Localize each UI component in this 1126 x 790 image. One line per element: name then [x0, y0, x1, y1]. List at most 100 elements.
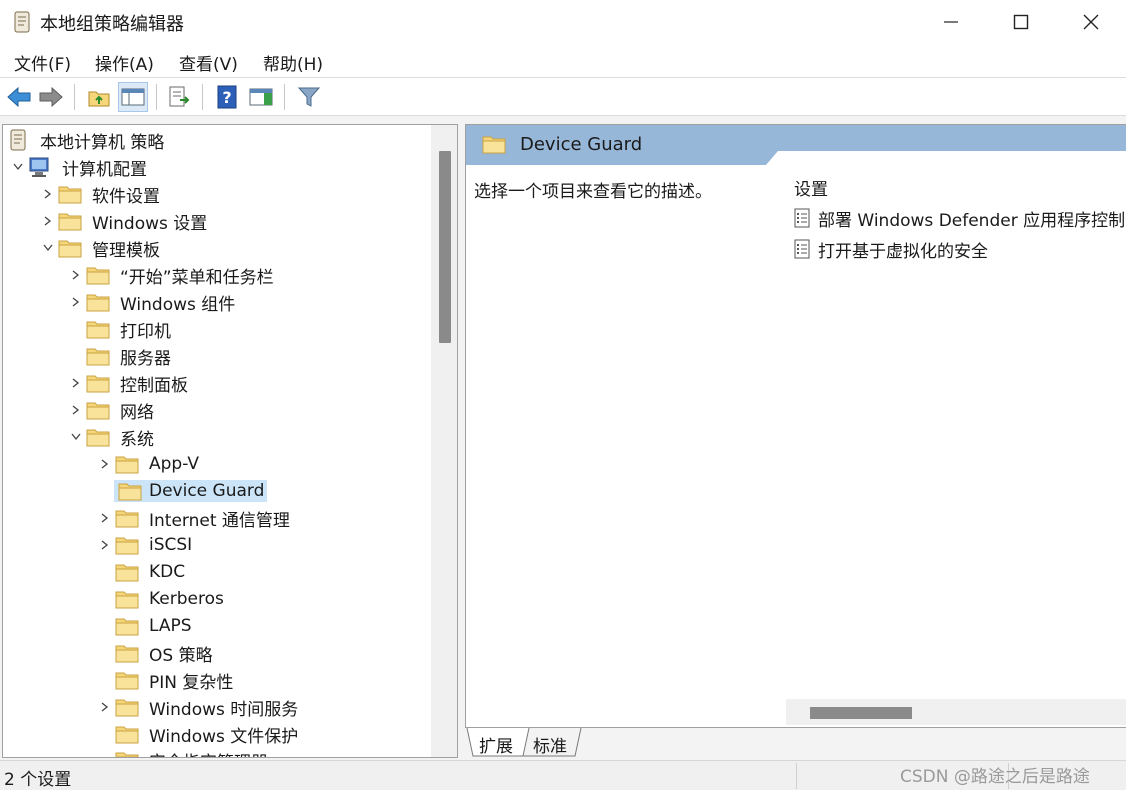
- tree-item-server[interactable]: 服务器: [85, 343, 174, 369]
- policy-scroll-icon: [5, 129, 31, 151]
- tree-item-kdc[interactable]: KDC: [114, 559, 188, 585]
- help-icon: ?: [217, 85, 237, 109]
- watermark: CSDN @路途之后是路途: [900, 767, 1090, 787]
- export-list-button[interactable]: [164, 82, 194, 112]
- folder-icon: [114, 534, 140, 556]
- folder-icon: [85, 372, 111, 394]
- filter-icon: [297, 87, 321, 107]
- chevron-right-icon[interactable]: [96, 694, 114, 720]
- tree-item-control-panel[interactable]: 控制面板: [67, 370, 191, 396]
- setting-row[interactable]: 部署 Windows Defender 应用程序控制: [792, 205, 1125, 231]
- toolbar: ?: [0, 78, 1126, 116]
- folder-icon: [57, 237, 83, 259]
- chevron-right-icon[interactable]: [67, 370, 85, 396]
- folder-icon: [85, 345, 111, 367]
- tree-item-app-v[interactable]: App-V: [96, 451, 202, 477]
- filter-button[interactable]: [294, 82, 324, 112]
- show-hide-action-pane-icon: [249, 88, 273, 106]
- svg-text:?: ?: [222, 88, 231, 107]
- settings-horizontal-scrollbar[interactable]: [786, 699, 1126, 725]
- scrollbar-thumb[interactable]: [439, 151, 451, 343]
- tree-item-file-protection[interactable]: Windows 文件保护: [114, 721, 301, 747]
- menu-view[interactable]: 查看(V): [179, 50, 238, 75]
- show-hide-action-pane-button[interactable]: [246, 82, 276, 112]
- tree-item-partial[interactable]: 安全指定管理器: [114, 747, 271, 757]
- close-button[interactable]: [1056, 0, 1126, 44]
- menu-file[interactable]: 文件(F): [14, 50, 71, 75]
- help-button[interactable]: ?: [212, 82, 242, 112]
- folder-icon: [114, 696, 140, 718]
- chevron-down-icon[interactable]: [9, 154, 27, 180]
- export-list-icon: [169, 86, 190, 107]
- view-tabs: 扩展 标准: [465, 728, 1126, 758]
- chevron-right-icon[interactable]: [67, 397, 85, 423]
- chevron-down-icon[interactable]: [67, 424, 85, 450]
- folder-icon: [114, 669, 140, 691]
- chevron-right-icon[interactable]: [39, 181, 57, 207]
- gpedit-window: 本地组策略编辑器 文件(F) 操作(A) 查看(V) 帮助(H) ? 本地计算机…: [0, 0, 1126, 790]
- details-header: Device Guard: [466, 125, 1126, 165]
- chevron-right-icon[interactable]: [67, 289, 85, 315]
- folder-icon: [114, 561, 140, 583]
- tree-pane: 本地计算机 策略 计算机配置 软件设置 Windows 设置 管理模板 “开始”…: [2, 124, 458, 758]
- minimize-icon: [944, 21, 958, 23]
- tree-item-windows-settings[interactable]: Windows 设置: [39, 208, 210, 234]
- up-one-level-button[interactable]: [84, 82, 114, 112]
- tree-item-laps[interactable]: LAPS: [114, 613, 195, 639]
- policy-setting-icon: [792, 207, 812, 229]
- tree-item-os-policy[interactable]: OS 策略: [114, 640, 216, 666]
- forward-arrow-icon: [39, 86, 63, 108]
- setting-name: 打开基于虚拟化的安全: [818, 241, 988, 262]
- chevron-right-icon[interactable]: [96, 532, 114, 558]
- folder-icon: [114, 723, 140, 745]
- tree-item-kerberos[interactable]: Kerberos: [114, 586, 227, 612]
- policy-scroll-icon: [14, 11, 30, 33]
- folder-icon: [114, 480, 146, 502]
- tree-item-time-service[interactable]: Windows 时间服务: [96, 694, 301, 720]
- menu-action[interactable]: 操作(A): [95, 50, 154, 75]
- tree-item-root[interactable]: 本地计算机 策略: [5, 127, 167, 153]
- menu-bar: 文件(F) 操作(A) 查看(V) 帮助(H): [0, 44, 1126, 78]
- setting-row[interactable]: 打开基于虚拟化的安全: [792, 236, 988, 262]
- folder-icon: [57, 183, 83, 205]
- description-text: 选择一个项目来查看它的描述。: [474, 182, 712, 202]
- tree-item-system[interactable]: 系统: [67, 424, 157, 450]
- tree-item-network[interactable]: 网络: [67, 397, 157, 423]
- tree-item-device-guard[interactable]: Device Guard: [114, 478, 268, 504]
- tree-item-internet-comm[interactable]: Internet 通信管理: [96, 505, 293, 531]
- show-hide-tree-button[interactable]: [118, 82, 148, 112]
- chevron-down-icon[interactable]: [39, 235, 57, 261]
- menu-help[interactable]: 帮助(H): [263, 50, 323, 75]
- tree-item-pin-complexity[interactable]: PIN 复杂性: [114, 667, 236, 693]
- folder-icon: [85, 426, 111, 448]
- chevron-right-icon[interactable]: [96, 505, 114, 531]
- back-button[interactable]: [4, 82, 34, 112]
- policy-setting-icon: [792, 238, 812, 260]
- tab-standard[interactable]: 标准: [533, 732, 567, 757]
- tree-item-windows-components[interactable]: Windows 组件: [67, 289, 238, 315]
- show-hide-tree-icon: [121, 88, 145, 106]
- tree-item-start-menu[interactable]: “开始”菜单和任务栏: [67, 262, 277, 288]
- tab-extended[interactable]: 扩展: [479, 732, 513, 757]
- folder-icon: [114, 507, 140, 529]
- column-header-setting[interactable]: 设置: [794, 175, 828, 200]
- folder-icon: [114, 453, 140, 475]
- folder-icon: [85, 318, 111, 340]
- tree-item-admin-templates[interactable]: 管理模板: [39, 235, 163, 261]
- tree-item-printers[interactable]: 打印机: [85, 316, 174, 342]
- tree-item-iscsi[interactable]: iSCSI: [96, 532, 195, 558]
- chevron-right-icon[interactable]: [96, 451, 114, 477]
- scrollbar-thumb[interactable]: [810, 707, 912, 719]
- maximize-button[interactable]: [986, 0, 1056, 44]
- folder-icon: [114, 749, 140, 757]
- tree-vertical-scrollbar[interactable]: [431, 125, 457, 757]
- chevron-right-icon[interactable]: [67, 262, 85, 288]
- tree-item-software-settings[interactable]: 软件设置: [39, 181, 163, 207]
- folder-icon: [85, 399, 111, 421]
- maximize-icon: [1013, 14, 1029, 30]
- minimize-button[interactable]: [916, 0, 986, 44]
- forward-button[interactable]: [36, 82, 66, 112]
- tree-item-computer-config[interactable]: 计算机配置: [9, 154, 150, 180]
- chevron-right-icon[interactable]: [39, 208, 57, 234]
- folder-icon: [114, 642, 140, 664]
